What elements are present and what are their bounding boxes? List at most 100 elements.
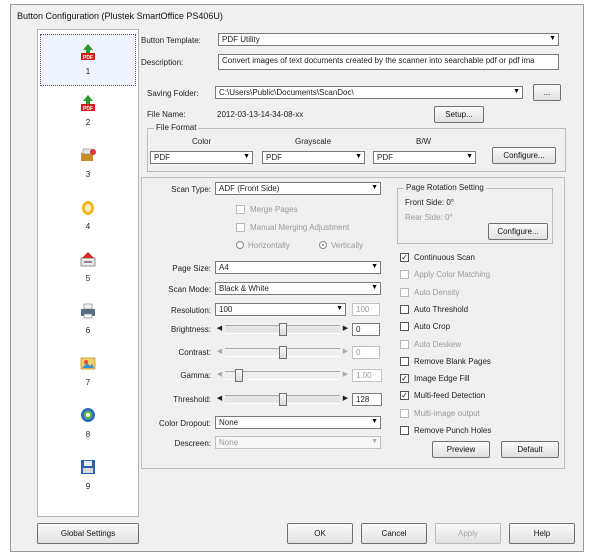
button-item-6[interactable]: 6 bbox=[38, 294, 138, 346]
description-label: Description: bbox=[141, 58, 184, 67]
apply-button[interactable]: Apply bbox=[435, 523, 501, 544]
button-item-3[interactable]: 3 bbox=[38, 138, 138, 190]
scan-type-label: Scan Type: bbox=[171, 185, 211, 194]
color-dropout-select[interactable]: None ▼ bbox=[215, 416, 381, 429]
button-list[interactable]: PDF 1 PDF 2 3 4 5 6 7 8 9 bbox=[37, 29, 139, 517]
button-item-4[interactable]: 4 bbox=[38, 190, 138, 242]
color-format-select[interactable]: PDF ▼ bbox=[150, 151, 253, 164]
browse-folder-button[interactable]: ... bbox=[533, 84, 561, 101]
resolution-select[interactable]: 100 ▼ bbox=[215, 303, 346, 316]
color-dropout-label: Color Dropout: bbox=[158, 419, 211, 428]
save-icon bbox=[81, 460, 95, 474]
chevron-down-icon: ▼ bbox=[513, 88, 520, 95]
front-side-rotation: Front Side: 0° bbox=[405, 198, 454, 207]
threshold-label: Threshold: bbox=[173, 395, 211, 404]
option-checkbox[interactable] bbox=[400, 287, 409, 297]
pdf-icon: PDF bbox=[81, 95, 95, 112]
arrow-right-icon[interactable]: ▶ bbox=[341, 347, 350, 355]
setup-button[interactable]: Setup... bbox=[434, 106, 484, 123]
brightness-label: Brightness: bbox=[170, 325, 211, 334]
option-label: Remove Blank Pages bbox=[414, 356, 491, 366]
contrast-field[interactable]: 0 bbox=[352, 346, 380, 359]
svg-text:PDF: PDF bbox=[83, 106, 93, 112]
chevron-down-icon: ▼ bbox=[371, 438, 378, 445]
cancel-button[interactable]: Cancel bbox=[361, 523, 427, 544]
file-format-configure-button[interactable]: Configure... bbox=[492, 147, 556, 164]
global-settings-button[interactable]: Global Settings bbox=[37, 523, 139, 544]
option-checkbox[interactable] bbox=[400, 339, 409, 349]
option-checkbox[interactable] bbox=[400, 304, 409, 314]
button-item-7[interactable]: 7 bbox=[38, 346, 138, 398]
gamma-label: Gamma: bbox=[180, 371, 211, 380]
option-checkbox[interactable] bbox=[400, 356, 409, 366]
default-button[interactable]: Default bbox=[501, 441, 559, 458]
button-template-select[interactable]: PDF Utility ▼ bbox=[218, 33, 559, 46]
arrow-right-icon[interactable]: ▶ bbox=[341, 370, 350, 378]
scan-type-select[interactable]: ADF (Front Side) ▼ bbox=[215, 182, 381, 195]
option-checkbox[interactable]: ✓ bbox=[400, 374, 409, 384]
chevron-down-icon: ▼ bbox=[371, 184, 378, 191]
page-size-select[interactable]: A4 ▼ bbox=[215, 261, 381, 274]
threshold-field[interactable]: 128 bbox=[352, 393, 382, 406]
button-item-9[interactable]: 9 bbox=[38, 450, 138, 502]
grayscale-format-label: Grayscale bbox=[295, 137, 332, 146]
button-number: 5 bbox=[85, 274, 91, 283]
option-checkbox[interactable] bbox=[400, 426, 409, 435]
vertically-radio[interactable] bbox=[319, 241, 327, 249]
saving-folder-label: Saving Folder: bbox=[147, 89, 199, 98]
saving-folder-select[interactable]: C:\Users\Public\Documents\ScanDoc\ ▼ bbox=[215, 86, 523, 99]
horizontally-radio[interactable] bbox=[236, 241, 244, 249]
button-item-2[interactable]: PDF 2 bbox=[38, 86, 138, 138]
arrow-left-icon[interactable]: ◀ bbox=[215, 394, 224, 402]
option-checkbox[interactable] bbox=[400, 270, 409, 280]
gamma-slider[interactable]: ◀ ▶ bbox=[215, 369, 350, 382]
bw-format-label: B/W bbox=[416, 137, 432, 146]
grayscale-format-select[interactable]: PDF ▼ bbox=[262, 151, 365, 164]
button-configuration-window: Button Configuration (Plustek SmartOffic… bbox=[10, 4, 584, 552]
chevron-down-icon: ▼ bbox=[371, 263, 378, 270]
button-item-5[interactable]: 5 bbox=[38, 242, 138, 294]
arrow-left-icon[interactable]: ◀ bbox=[215, 347, 224, 355]
descreen-value: None bbox=[219, 438, 239, 447]
arrow-left-icon[interactable]: ◀ bbox=[215, 370, 224, 378]
button-number: 7 bbox=[85, 378, 91, 387]
scanner-icon bbox=[81, 148, 96, 161]
scan-mode-select[interactable]: Black & White ▼ bbox=[215, 282, 381, 295]
merge-pages-checkbox[interactable] bbox=[236, 205, 245, 214]
folder-icon bbox=[82, 201, 94, 215]
ok-button[interactable]: OK bbox=[287, 523, 353, 544]
button-number: 3 bbox=[85, 170, 91, 179]
bw-format-select[interactable]: PDF ▼ bbox=[373, 151, 476, 164]
svg-text:PDF: PDF bbox=[83, 55, 93, 61]
page-rotation-title: Page Rotation Setting bbox=[404, 183, 486, 192]
option-checkbox[interactable]: ✓ bbox=[400, 391, 409, 401]
preview-button[interactable]: Preview bbox=[432, 441, 490, 458]
button-number: 9 bbox=[85, 482, 91, 491]
option-label: Auto Crop bbox=[414, 322, 451, 332]
button-item-8[interactable]: 8 bbox=[38, 398, 138, 450]
scan-mode-label: Scan Mode: bbox=[168, 285, 211, 294]
option-checkbox[interactable]: ✓ bbox=[400, 253, 409, 262]
chevron-down-icon: ▼ bbox=[243, 153, 250, 160]
option-checkbox[interactable] bbox=[400, 322, 409, 332]
descreen-label: Descreen: bbox=[174, 439, 211, 448]
brightness-field[interactable]: 0 bbox=[352, 323, 380, 336]
gamma-field[interactable]: 1.00 bbox=[352, 369, 382, 382]
rotation-configure-button[interactable]: Configure... bbox=[488, 223, 548, 240]
option-checkbox[interactable] bbox=[400, 408, 409, 418]
threshold-slider[interactable]: ◀ ▶ bbox=[215, 393, 350, 406]
manual-merge-checkbox[interactable] bbox=[236, 223, 245, 232]
contrast-slider[interactable]: ◀ ▶ bbox=[215, 346, 350, 359]
printer-icon bbox=[81, 303, 95, 319]
color-format-value: PDF bbox=[154, 153, 170, 162]
arrow-right-icon[interactable]: ▶ bbox=[341, 394, 350, 402]
button-item-1[interactable]: PDF 1 bbox=[40, 34, 136, 86]
descreen-select[interactable]: None ▼ bbox=[215, 436, 381, 449]
scan-type-value: ADF (Front Side) bbox=[219, 184, 280, 193]
arrow-left-icon[interactable]: ◀ bbox=[215, 324, 224, 332]
help-button[interactable]: Help bbox=[509, 523, 575, 544]
brightness-slider[interactable]: ◀ ▶ bbox=[215, 323, 350, 336]
color-dropout-value: None bbox=[219, 418, 239, 427]
arrow-right-icon[interactable]: ▶ bbox=[341, 324, 350, 332]
resolution-custom-field[interactable]: 100 bbox=[352, 303, 380, 316]
